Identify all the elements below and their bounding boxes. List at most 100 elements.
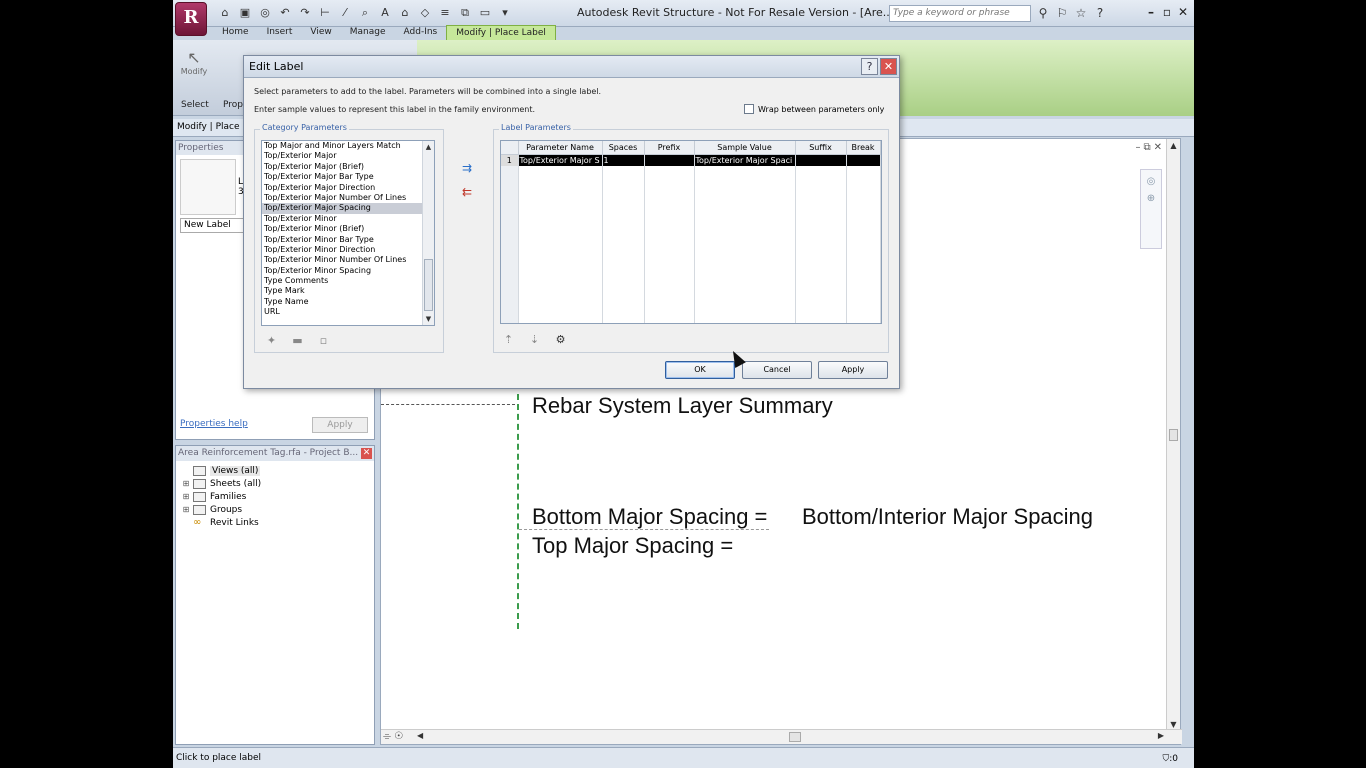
expand-icon[interactable]: ⊞ bbox=[181, 479, 191, 488]
spaces-cell[interactable]: 1 bbox=[602, 154, 645, 166]
text-icon[interactable]: A bbox=[377, 5, 393, 21]
scroll-thumb[interactable] bbox=[789, 732, 801, 742]
delete-parameter-icon[interactable]: ▫ bbox=[317, 334, 330, 347]
top-major-label[interactable]: Top Major Spacing = bbox=[532, 533, 733, 559]
close-icon[interactable]: ✕ bbox=[880, 58, 897, 75]
tab-modify-place-label[interactable]: Modify | Place Label bbox=[446, 25, 556, 40]
list-item[interactable]: Top/Exterior Minor Number Of Lines bbox=[262, 255, 434, 265]
sample-value-cell[interactable]: Top/Exterior Major Spaci bbox=[694, 154, 796, 166]
tree-item-sheets[interactable]: ⊞ Sheets (all) bbox=[181, 477, 261, 490]
modify-button[interactable]: ↖ Modify bbox=[179, 48, 209, 76]
expand-icon[interactable]: ⊞ bbox=[181, 505, 191, 514]
expand-icon[interactable]: ⊞ bbox=[181, 492, 191, 501]
break-checkbox-cell[interactable] bbox=[846, 154, 881, 166]
close-icon[interactable]: ✕ bbox=[361, 448, 372, 459]
list-scrollbar[interactable]: ▲ ▼ bbox=[422, 141, 434, 325]
list-item[interactable]: Top/Exterior Major Spacing bbox=[262, 203, 434, 214]
properties-help-link[interactable]: Properties help bbox=[180, 419, 248, 429]
filter-count[interactable]: ⛉:0 bbox=[1162, 751, 1178, 764]
list-item[interactable]: Top/Exterior Minor Spacing bbox=[262, 266, 434, 276]
list-item[interactable]: Top/Exterior Major (Brief) bbox=[262, 162, 434, 172]
sync-icon[interactable]: ◎ bbox=[257, 5, 273, 21]
scroll-down-icon[interactable]: ▼ bbox=[423, 313, 434, 325]
thin-lines-icon[interactable]: ≡ bbox=[437, 5, 453, 21]
close-icon[interactable]: ✕ bbox=[1176, 4, 1190, 20]
tag-icon[interactable]: ⌕ bbox=[357, 5, 373, 21]
restore-icon[interactable]: ▫ bbox=[1160, 4, 1174, 20]
add-parameter-icon[interactable]: ✦ bbox=[265, 334, 278, 347]
close-icon[interactable]: ✕ bbox=[1154, 142, 1162, 153]
table-row[interactable]: 1 Top/Exterior Major S 1 Top/Exterior Ma… bbox=[501, 154, 881, 166]
suffix-cell[interactable] bbox=[795, 154, 847, 166]
scroll-up-icon[interactable]: ▲ bbox=[423, 141, 434, 153]
section-icon[interactable]: ◇ bbox=[417, 5, 433, 21]
list-item[interactable]: Top/Exterior Major Number Of Lines bbox=[262, 193, 434, 203]
tab-home[interactable]: Home bbox=[213, 25, 258, 40]
steering-wheel-icon[interactable]: ◎ bbox=[1141, 176, 1161, 187]
apply-button[interactable]: Apply bbox=[818, 361, 888, 379]
redo-icon[interactable]: ↷ bbox=[297, 5, 313, 21]
wrap-between-checkbox[interactable]: Wrap between parameters only bbox=[744, 104, 884, 114]
cancel-button[interactable]: Cancel bbox=[742, 361, 812, 379]
list-item[interactable]: Top/Exterior Major bbox=[262, 151, 434, 161]
help-icon[interactable]: ? bbox=[1092, 5, 1108, 21]
list-item[interactable]: Top/Exterior Minor bbox=[262, 214, 434, 224]
properties-panel-label[interactable]: Prop bbox=[223, 100, 243, 110]
category-parameters-list[interactable]: Top Major and Minor Layers Match Top/Exte… bbox=[261, 140, 435, 326]
close-hidden-icon[interactable]: ⧉ bbox=[457, 5, 473, 21]
list-item[interactable]: URL bbox=[262, 307, 434, 317]
select-panel-label[interactable]: Select bbox=[181, 100, 209, 110]
horizontal-scrollbar[interactable]: ⌯ ☉ ◀ ▶ bbox=[381, 729, 1182, 744]
application-menu-button[interactable]: R bbox=[175, 2, 207, 36]
row-number[interactable]: 1 bbox=[501, 154, 519, 166]
tab-insert[interactable]: Insert bbox=[258, 25, 302, 40]
move-down-icon[interactable]: ⇣ bbox=[528, 333, 541, 346]
scroll-thumb[interactable] bbox=[424, 259, 433, 311]
binoculars-icon[interactable]: ⚲ bbox=[1035, 5, 1051, 21]
add-to-label-icon[interactable]: ⇉ bbox=[459, 160, 475, 176]
scroll-up-icon[interactable]: ▲ bbox=[1167, 139, 1180, 152]
undo-icon[interactable]: ↶ bbox=[277, 5, 293, 21]
move-up-icon[interactable]: ⇡ bbox=[502, 333, 515, 346]
star-icon[interactable]: ☆ bbox=[1073, 5, 1089, 21]
ok-button[interactable]: OK bbox=[665, 361, 735, 379]
save-icon[interactable]: ▣ bbox=[237, 5, 253, 21]
search-input[interactable]: Type a keyword or phrase bbox=[889, 5, 1031, 22]
minimize-icon[interactable]: – bbox=[1135, 142, 1140, 153]
switch-windows-icon[interactable]: ▭ bbox=[477, 5, 493, 21]
label-parameters-grid[interactable]: Parameter Name Spaces Prefix Sample Valu… bbox=[500, 140, 882, 324]
checkbox-box[interactable] bbox=[744, 104, 754, 114]
dimension-icon[interactable]: ⁄ bbox=[337, 5, 353, 21]
list-item[interactable]: Type Mark bbox=[262, 286, 434, 296]
tree-item-views[interactable]: Views (all) bbox=[181, 464, 261, 477]
view-control-icons[interactable]: ⌯ ☉ bbox=[383, 731, 403, 742]
properties-apply-button[interactable]: Apply bbox=[312, 417, 368, 433]
heading-text[interactable]: Rebar System Layer Summary bbox=[532, 393, 833, 419]
scroll-thumb[interactable] bbox=[1169, 429, 1178, 441]
customize-qat-icon[interactable]: ▾ bbox=[497, 5, 513, 21]
tab-view[interactable]: View bbox=[301, 25, 340, 40]
tab-add-ins[interactable]: Add-Ins bbox=[395, 25, 447, 40]
bottom-major-label[interactable]: Bottom Major Spacing = bbox=[532, 504, 767, 530]
minimize-icon[interactable]: – bbox=[1144, 4, 1158, 20]
tree-item-groups[interactable]: ⊞ Groups bbox=[181, 503, 261, 516]
list-item[interactable]: Top/Exterior Major Direction bbox=[262, 183, 434, 193]
list-item[interactable]: Top Major and Minor Layers Match bbox=[262, 141, 434, 151]
edit-parameter-icon[interactable]: ▬ bbox=[291, 334, 304, 347]
bottom-major-value-label[interactable]: Bottom/Interior Major Spacing bbox=[802, 504, 1093, 530]
list-item[interactable]: Top/Exterior Major Bar Type bbox=[262, 172, 434, 182]
list-item[interactable]: Top/Exterior Minor Bar Type bbox=[262, 235, 434, 245]
list-item[interactable]: Top/Exterior Minor (Brief) bbox=[262, 224, 434, 234]
remove-from-label-icon[interactable]: ⇇ bbox=[459, 184, 475, 200]
parameter-name-cell[interactable]: Top/Exterior Major S bbox=[518, 154, 603, 166]
list-item[interactable]: Type Name bbox=[262, 297, 434, 307]
measure-icon[interactable]: ⊢ bbox=[317, 5, 333, 21]
zoom-icon[interactable]: ⊕ bbox=[1141, 193, 1161, 204]
tab-manage[interactable]: Manage bbox=[341, 25, 395, 40]
help-button[interactable]: ? bbox=[861, 58, 878, 75]
scroll-right-icon[interactable]: ▶ bbox=[1158, 731, 1164, 740]
subscription-icon[interactable]: ⚐ bbox=[1054, 5, 1070, 21]
list-item[interactable]: Type Comments bbox=[262, 276, 434, 286]
3d-view-icon[interactable]: ⌂ bbox=[397, 5, 413, 21]
edit-units-icon[interactable]: ⚙ bbox=[554, 333, 567, 346]
